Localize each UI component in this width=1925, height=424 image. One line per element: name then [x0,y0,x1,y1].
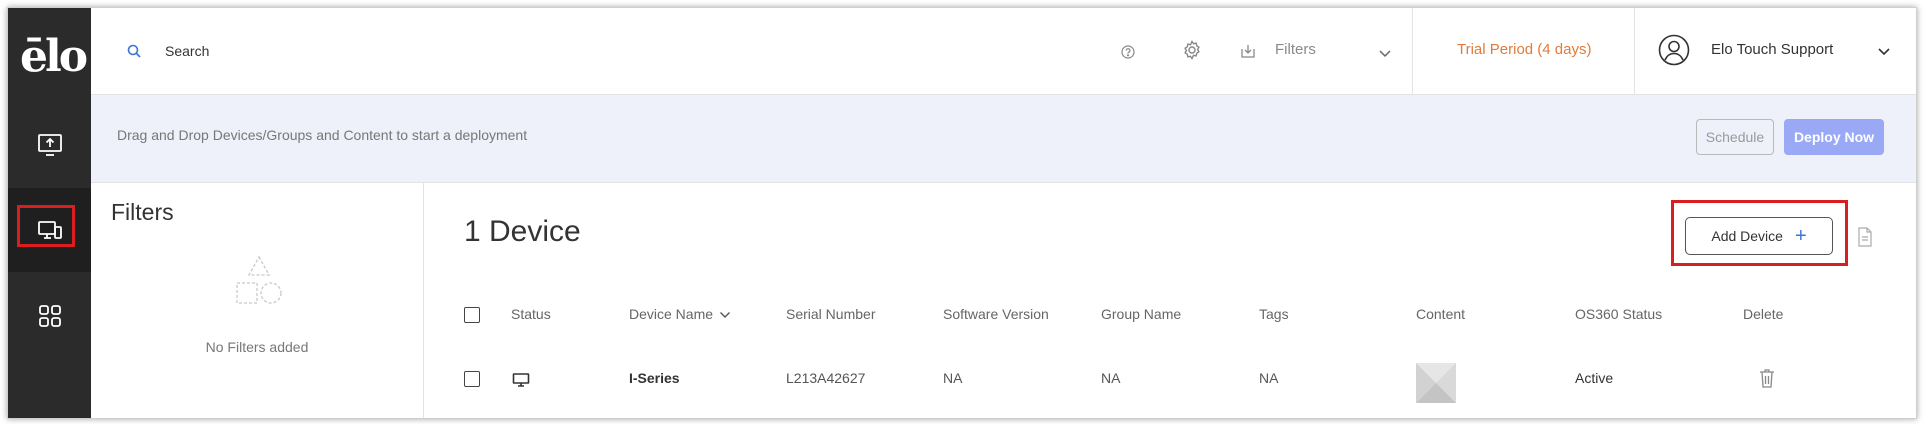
app-window: ēlo Search Filters Trial Period (4 days)… [7,7,1917,419]
software-version-cell: NA [943,370,963,386]
search-icon[interactable] [127,44,141,58]
device-count-title: 1 Device [464,215,581,248]
devices-main: 1 Device Add Device + Status Device Name… [424,183,1916,418]
column-header-tags: Tags [1259,306,1289,322]
deployment-bar: Drag and Drop Devices/Groups and Content… [91,95,1916,183]
schedule-button[interactable]: Schedule [1696,119,1774,155]
column-header-os360-status: OS360 Status [1575,306,1663,322]
device-name-header-label: Device Name [629,306,714,322]
upload-screen-icon [37,134,62,156]
chevron-down-icon[interactable] [719,311,731,319]
gear-icon[interactable] [1182,40,1202,60]
column-header-delete: Delete [1743,306,1784,322]
user-name[interactable]: Elo Touch Support [1711,41,1833,58]
grid-icon [38,305,61,327]
help-icon[interactable] [1121,45,1135,59]
divider [1634,8,1635,94]
tags-cell: NA [1259,370,1279,386]
chevron-down-icon[interactable] [1378,48,1392,58]
elo-logo: ēlo [20,31,88,82]
device-name-cell[interactable]: I-Series [629,370,680,386]
add-device-highlight-box [1671,200,1848,266]
no-filters-text: No Filters added [205,339,309,355]
top-bar: Filters Trial Period (4 days) Elo Touch … [91,8,1916,95]
deploy-now-button[interactable]: Deploy Now [1784,119,1884,155]
column-header-serial-number: Serial Number [786,306,876,322]
filters-panel: Filters No Filters added [91,183,424,418]
row-checkbox[interactable] [464,371,480,387]
sidebar: ēlo [8,8,91,418]
chevron-down-icon[interactable] [1877,46,1891,56]
group-name-cell: NA [1101,370,1121,386]
select-all-checkbox[interactable] [464,307,480,323]
trash-icon[interactable] [1758,368,1776,388]
content-thumbnail[interactable] [1416,363,1456,403]
column-header-group-name: Group Name [1101,306,1182,322]
divider [1412,8,1413,94]
column-header-software-version: Software Version [943,306,1049,322]
devices-highlight-box [17,205,75,247]
column-header-device-name[interactable]: Device Name [629,306,731,322]
search-input[interactable] [163,38,767,64]
document-icon[interactable] [1857,227,1873,247]
column-header-status: Status [511,306,551,322]
sidebar-item-deploy[interactable] [8,103,91,187]
monitor-icon [512,373,530,387]
filters-title: Filters [111,199,174,225]
serial-number-cell: L213A42627 [786,370,866,386]
deployment-instruction: Drag and Drop Devices/Groups and Content… [117,127,528,143]
user-avatar-icon[interactable] [1658,34,1690,66]
filters-dropdown-label[interactable]: Filters [1275,41,1316,58]
column-header-content: Content [1416,306,1466,322]
trial-period-link[interactable]: Trial Period (4 days) [1457,41,1592,58]
sidebar-item-apps[interactable] [8,274,91,358]
os360-status-cell: Active [1575,370,1614,386]
shapes-placeholder-icon [236,255,282,304]
download-icon[interactable] [1240,43,1256,59]
